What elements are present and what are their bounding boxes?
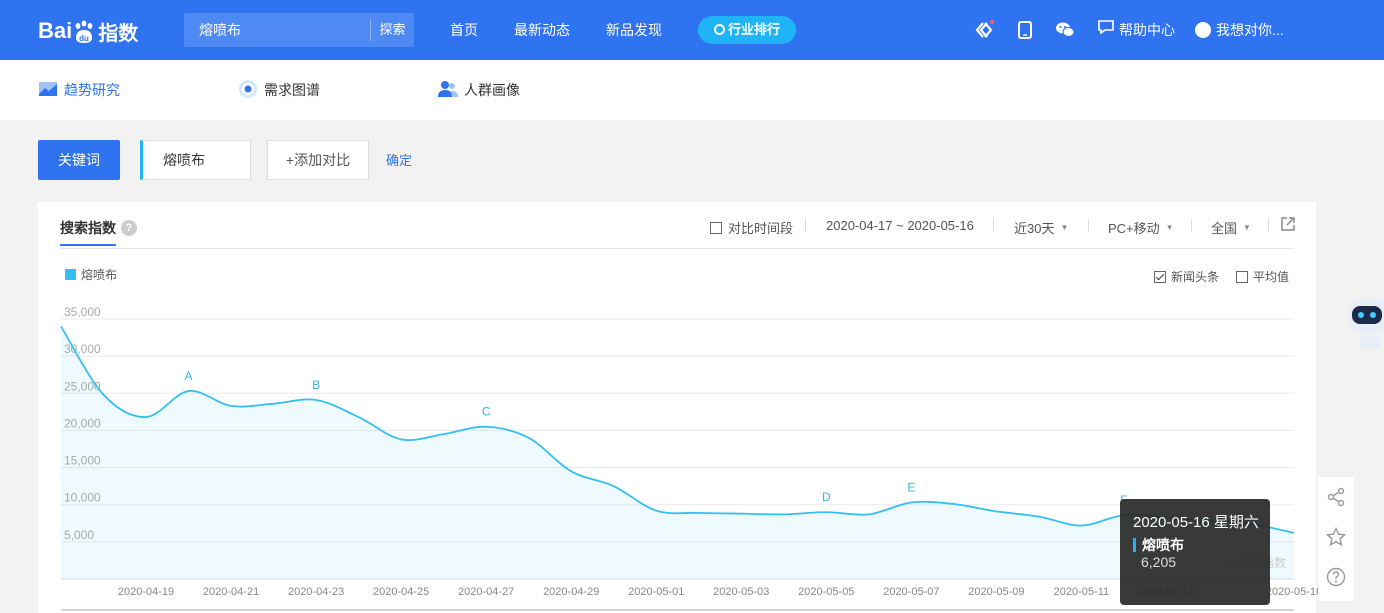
x-tick-label: 2020-05-03	[713, 586, 769, 598]
x-tick-label: 2020-05-16	[1266, 586, 1322, 598]
x-tick-label: 2020-05-07	[883, 586, 939, 598]
news-marker-label: A	[185, 369, 193, 383]
news-marker-label: B	[312, 378, 320, 392]
x-tick-label: 2020-04-25	[373, 586, 429, 598]
news-marker-label: E	[907, 480, 915, 494]
x-tick-label: 2020-05-11	[1054, 586, 1109, 598]
x-tick-label: 2020-04-23	[288, 586, 344, 598]
share-icon[interactable]	[1326, 487, 1346, 507]
tooltip-date: 2020-05-16 星期六	[1133, 514, 1259, 531]
tooltip-series: 熔喷布	[1133, 535, 1184, 555]
x-tick-label: 2020-05-01	[628, 586, 684, 598]
x-tick-label: 2020-05-09	[968, 586, 1024, 598]
tooltip-series-name: 熔喷布	[1142, 537, 1184, 553]
x-tick-label: 2020-04-29	[543, 586, 599, 598]
robot-assistant-icon[interactable]	[1346, 292, 1384, 350]
x-tick-label: 2020-05-05	[798, 586, 854, 598]
series-area	[61, 326, 1294, 579]
news-marker-label: C	[482, 405, 491, 419]
range-slider	[61, 609, 1294, 611]
y-tick-label: 35,000	[64, 305, 101, 319]
news-marker-label: D	[822, 490, 831, 504]
x-tick-label: 2020-04-21	[203, 586, 259, 598]
question-icon[interactable]	[1326, 567, 1346, 587]
star-icon[interactable]	[1325, 526, 1347, 547]
series-marker	[1133, 538, 1136, 552]
x-tick-label: 2020-04-19	[118, 586, 174, 598]
x-tick-label: 2020-04-27	[458, 586, 514, 598]
tooltip-value: 6,205	[1141, 554, 1177, 570]
side-toolbar	[1318, 477, 1354, 601]
chart-tooltip: 2020-05-16 星期六 熔喷布 6,205	[1120, 499, 1270, 605]
